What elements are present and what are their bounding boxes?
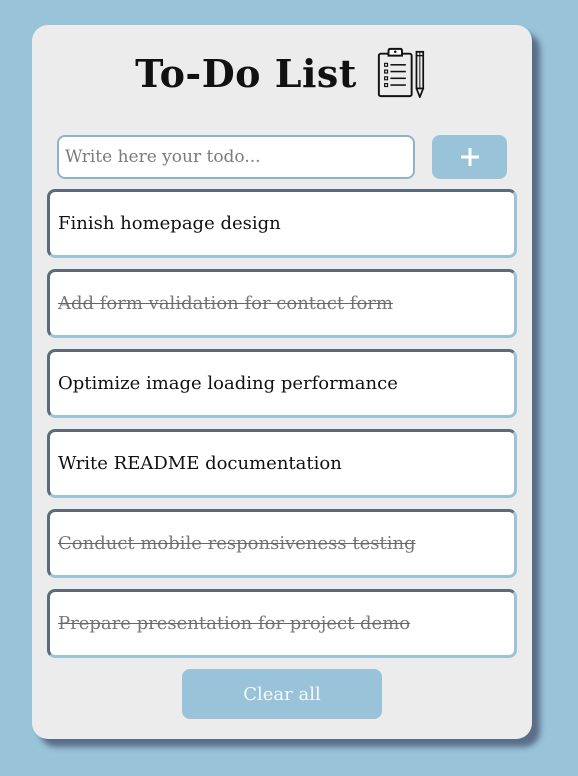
clear-all-button[interactable]: Clear all (182, 669, 382, 719)
todo-item[interactable]: Add form validation for contact form (47, 269, 517, 338)
app-title: To-Do List (135, 50, 357, 96)
todo-item[interactable]: Optimize image loading performance (47, 349, 517, 418)
todo-item[interactable]: Write README documentation (47, 429, 517, 498)
todo-text: Optimize image loading performance (58, 373, 398, 394)
header: To-Do List (32, 43, 532, 103)
todo-text: Conduct mobile responsiveness testing (58, 533, 416, 554)
todo-item[interactable]: Finish homepage design (47, 189, 517, 258)
clipboard-pencil-icon (377, 47, 424, 98)
input-row (57, 135, 507, 179)
todo-text: Prepare presentation for project demo (58, 613, 411, 634)
todo-card: To-Do List Write here your todo... Finis… (32, 25, 532, 739)
add-todo-button[interactable] (432, 135, 507, 179)
todo-item[interactable]: Conduct mobile responsiveness testing (47, 509, 517, 578)
todo-text: Write README documentation (58, 453, 342, 474)
todo-item[interactable]: Prepare presentation for project demo (47, 589, 517, 658)
todo-text: Add form validation for contact form (58, 293, 393, 314)
plus-icon (460, 148, 479, 166)
todo-input[interactable] (57, 135, 415, 179)
todo-list: Finish homepage design Add form validati… (47, 189, 517, 669)
todo-text: Finish homepage design (58, 213, 281, 234)
